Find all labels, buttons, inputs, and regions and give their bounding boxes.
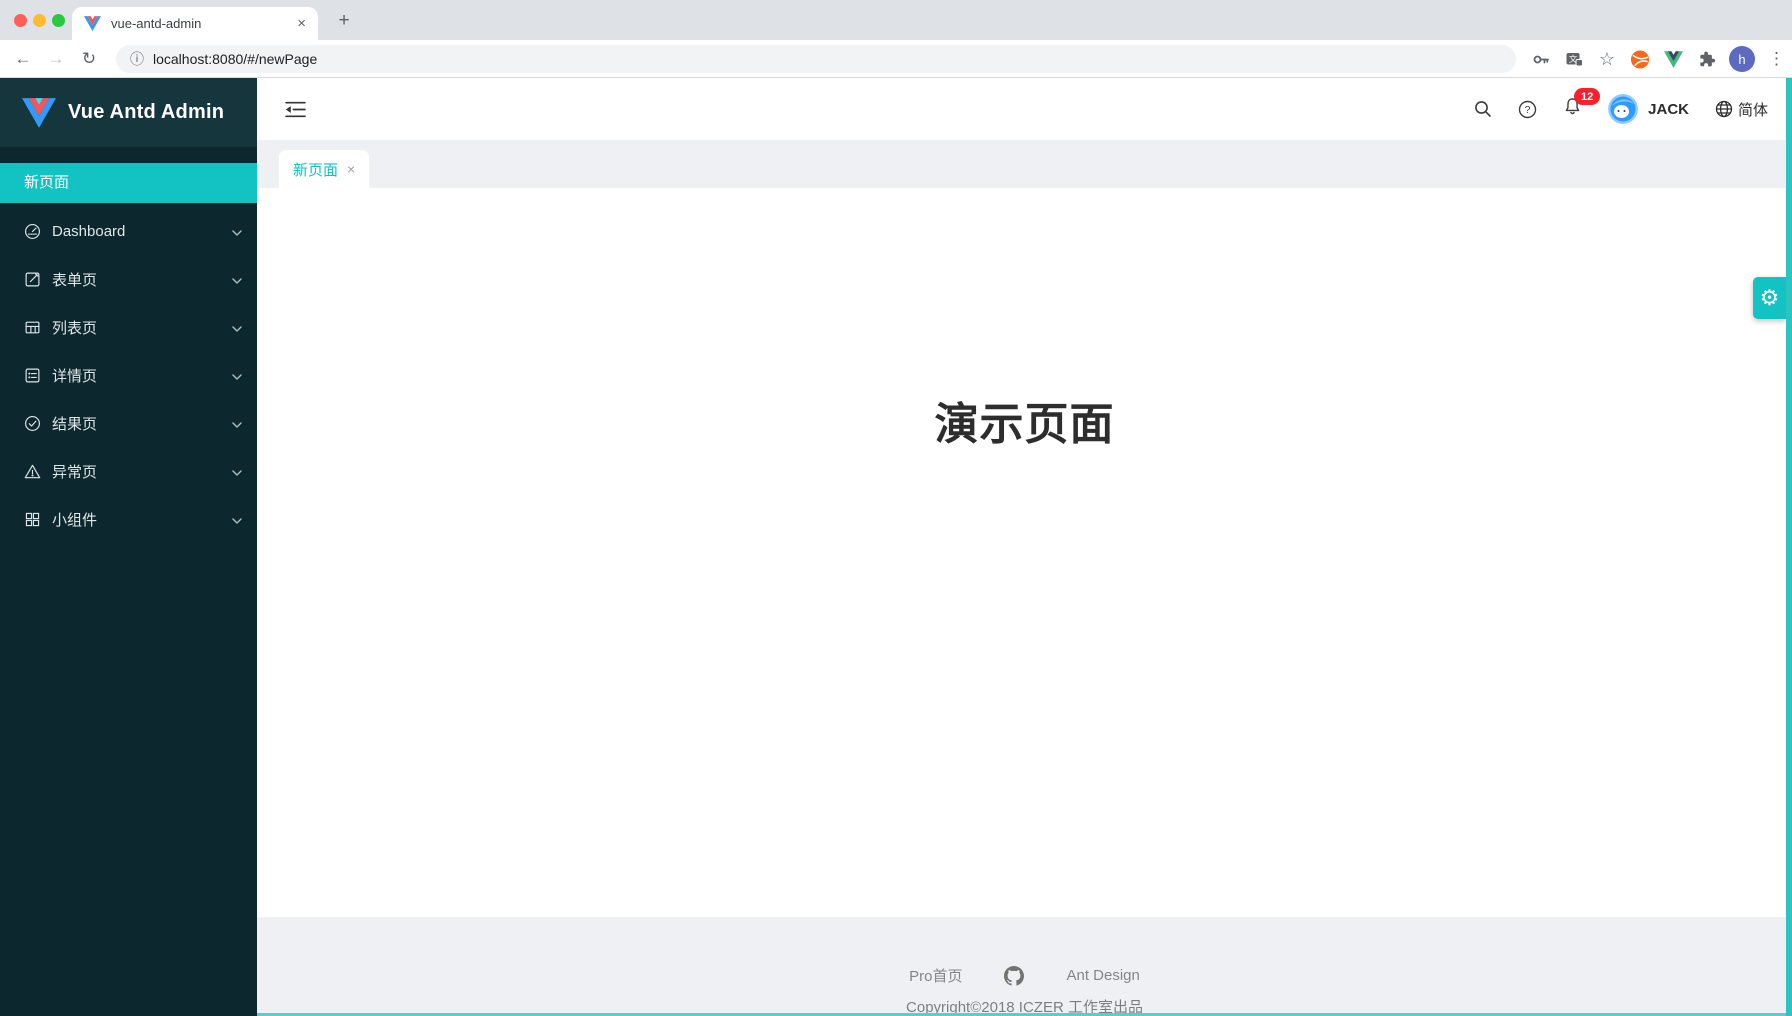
chevron-down-icon	[232, 415, 242, 432]
footer-link-pro-home[interactable]: Pro首页	[909, 965, 962, 986]
chevron-down-icon	[232, 271, 242, 288]
check-circle-icon	[24, 415, 41, 432]
sidebar: Vue Antd Admin 新页面 Dashboard 表单页 列表页	[0, 78, 257, 1016]
github-icon[interactable]	[1004, 966, 1024, 986]
dashboard-icon	[24, 223, 41, 240]
vertical-scrollbar[interactable]	[1786, 78, 1792, 1016]
footer-link-ant-design[interactable]: Ant Design	[1066, 967, 1139, 984]
sidebar-item-2-table[interactable]: 列表页	[0, 307, 257, 347]
table-icon	[24, 319, 41, 336]
main-area: ? 12	[257, 78, 1792, 1016]
locale-switcher[interactable]: 简体	[1715, 99, 1768, 120]
window-minimize-button[interactable]	[33, 14, 46, 27]
help-glyph: ?	[1525, 104, 1531, 116]
locale-label: 简体	[1738, 99, 1768, 120]
page-tabbar: 新页面 ×	[257, 140, 1792, 188]
chevron-down-icon	[232, 223, 242, 240]
sidebar-item-6-appstore[interactable]: 小组件	[0, 499, 257, 539]
page-tab-label: 新页面	[293, 159, 338, 180]
extension-orange-icon[interactable]	[1630, 49, 1650, 69]
site-info-icon[interactable]: ⓘ	[130, 49, 144, 69]
profile-icon	[24, 367, 41, 384]
user-avatar	[1608, 94, 1638, 124]
sidebar-item-1-form[interactable]: 表单页	[0, 259, 257, 299]
notification-badge: 12	[1574, 88, 1600, 105]
vue-devtools-icon[interactable]	[1663, 49, 1683, 69]
page-content: 演示页面	[257, 188, 1792, 917]
extensions-puzzle-icon[interactable]	[1696, 49, 1716, 69]
appstore-icon	[24, 511, 41, 528]
page-tab-newpage[interactable]: 新页面 ×	[279, 150, 369, 188]
app-header: ? 12	[257, 78, 1792, 140]
password-key-icon[interactable]	[1531, 49, 1551, 69]
bookmark-star-icon[interactable]: ☆	[1597, 49, 1617, 69]
notification-bell[interactable]: 12	[1563, 97, 1582, 121]
app-logo[interactable]: Vue Antd Admin	[0, 78, 257, 147]
page-title: 演示页面	[257, 388, 1792, 452]
app-viewport: Vue Antd Admin 新页面 Dashboard 表单页 列表页	[0, 78, 1792, 1016]
help-icon[interactable]: ?	[1518, 100, 1537, 119]
user-name: JACK	[1648, 101, 1689, 118]
sidebar-item-0-dashboard[interactable]: Dashboard	[0, 211, 257, 251]
sidebar-item-4-check-circle[interactable]: 结果页	[0, 403, 257, 443]
user-menu[interactable]: JACK	[1608, 94, 1689, 124]
browser-tabstrip: vue-antd-admin × +	[0, 0, 1792, 40]
browser-tab[interactable]: vue-antd-admin ×	[72, 7, 318, 40]
back-icon[interactable]: ←	[8, 49, 38, 69]
form-icon	[24, 271, 41, 288]
gear-icon: ⚙	[1760, 285, 1780, 311]
address-bar[interactable]: ⓘ localhost:8080/#/newPage	[116, 45, 1516, 73]
sidebar-item-selected-newpage[interactable]: 新页面	[0, 163, 257, 203]
sidebar-item-5-warning[interactable]: 异常页	[0, 451, 257, 491]
url-text: localhost:8080/#/newPage	[153, 51, 317, 67]
page-tab-close-icon[interactable]: ×	[347, 161, 355, 177]
window-zoom-button[interactable]	[52, 14, 65, 27]
forward-icon[interactable]: →	[41, 49, 71, 69]
sidebar-menu: 新页面 Dashboard 表单页 列表页 详情页	[0, 147, 257, 539]
window-close-button[interactable]	[14, 14, 27, 27]
sidebar-item-3-profile[interactable]: 详情页	[0, 355, 257, 395]
warning-icon	[24, 463, 41, 480]
browser-toolbar-right: 文 ☆ h ⋮	[1531, 40, 1782, 78]
translate-icon[interactable]: 文	[1564, 49, 1584, 69]
chevron-down-icon	[232, 319, 242, 336]
reload-icon[interactable]: ↻	[74, 49, 104, 69]
app-title: Vue Antd Admin	[68, 101, 224, 124]
new-tab-button[interactable]: +	[331, 8, 357, 34]
browser-tab-title: vue-antd-admin	[111, 16, 287, 31]
settings-button[interactable]: ⚙	[1753, 277, 1786, 319]
tab-close-icon[interactable]: ×	[297, 15, 306, 32]
vue-logo-icon	[22, 98, 56, 128]
globe-icon	[1715, 100, 1733, 118]
page-footer: Pro首页 Ant Design Copyright©2018 ICZER 工作…	[257, 917, 1792, 1016]
chevron-down-icon	[232, 511, 242, 528]
vue-favicon-icon	[84, 16, 101, 31]
search-icon[interactable]	[1474, 100, 1492, 118]
browser-profile-avatar[interactable]: h	[1729, 46, 1755, 72]
chevron-down-icon	[232, 367, 242, 384]
window-controls	[14, 14, 65, 27]
browser-menu-icon[interactable]: ⋮	[1768, 49, 1782, 69]
chevron-down-icon	[232, 463, 242, 480]
menu-fold-icon[interactable]	[285, 97, 309, 121]
browser-urlbar: ← → ↻ ⓘ localhost:8080/#/newPage	[0, 40, 1792, 78]
